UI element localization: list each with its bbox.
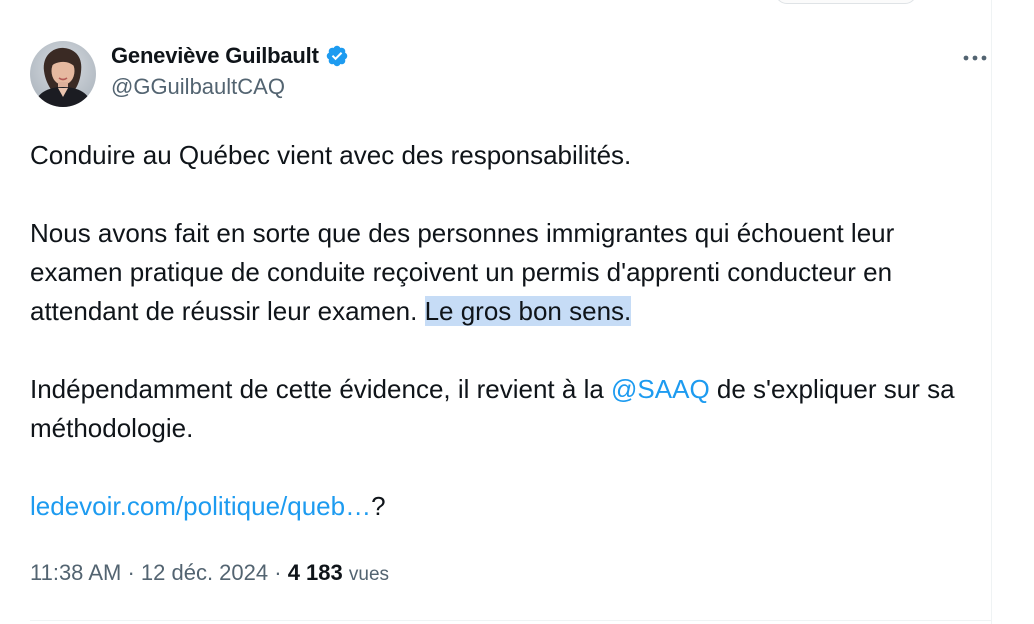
divider — [30, 620, 992, 621]
paragraph-2: Nous avons fait en sorte que des personn… — [30, 214, 975, 331]
name-row: Geneviève Guilbault — [111, 42, 349, 70]
tweet-text: Conduire au Québec vient avec des respon… — [30, 136, 975, 526]
paragraph-3-before: Indépendamment de cette évidence, il rev… — [30, 374, 612, 404]
paragraph-3: Indépendamment de cette évidence, il rev… — [30, 370, 975, 448]
column-divider — [991, 0, 992, 624]
paragraph-4: ledevoir.com/politique/queb…? — [30, 487, 975, 526]
profile-photo — [30, 41, 96, 107]
highlighted-selection: Le gros bon sens. — [424, 296, 632, 326]
mention-link[interactable]: @SAAQ — [611, 374, 710, 404]
verified-badge-icon[interactable] — [325, 44, 349, 68]
handle[interactable]: @GGuilbaultCAQ — [111, 74, 349, 100]
display-name[interactable]: Geneviève Guilbault — [111, 43, 319, 69]
avatar[interactable] — [30, 41, 96, 107]
top-pill-button[interactable] — [775, 0, 917, 4]
timestamp-time[interactable]: 11:38 AM — [30, 560, 121, 585]
timestamp-date[interactable]: 12 déc. 2024 — [141, 560, 268, 585]
views-label: vues — [348, 564, 390, 585]
paragraph-1: Conduire au Québec vient avec des respon… — [30, 140, 632, 170]
tweet-meta: 11:38 AM · 12 déc. 2024 · 4 183 vues — [30, 560, 389, 586]
author-block: Geneviève Guilbault @GGuilbaultCAQ — [111, 42, 349, 100]
meta-separator: · — [121, 560, 141, 585]
meta-separator: · — [268, 560, 288, 585]
tweet-detail: Geneviève Guilbault @GGuilbaultCAQ Condu… — [0, 0, 1034, 624]
article-link[interactable]: ledevoir.com/politique/queb… — [30, 491, 371, 521]
more-options-icon[interactable] — [962, 48, 988, 68]
paragraph-4-after: ? — [371, 491, 386, 521]
views-count[interactable]: 4 183 — [288, 560, 343, 585]
